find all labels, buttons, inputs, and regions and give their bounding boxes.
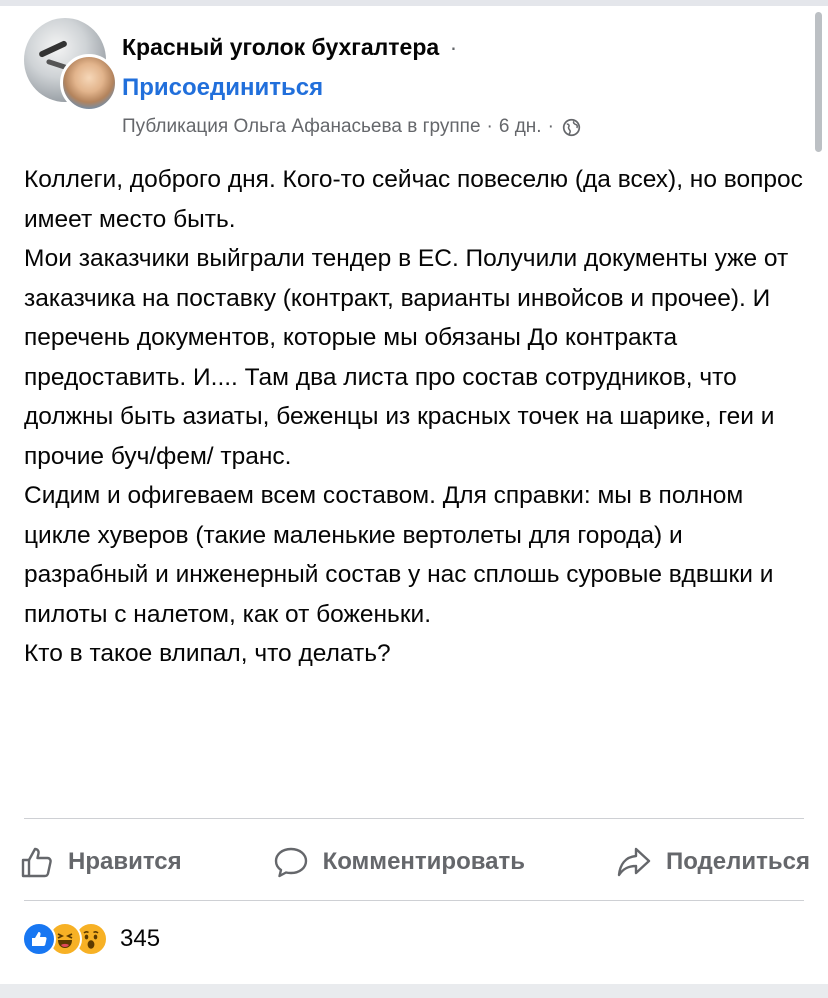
- comment-label: Комментировать: [322, 848, 526, 875]
- post-paragraph: Кто в такое влипал, что делать?: [24, 640, 391, 667]
- join-group-button[interactable]: Присоединиться: [122, 74, 323, 102]
- meta-separator: ·: [486, 116, 493, 137]
- scrollbar[interactable]: [815, 12, 822, 152]
- like-label: Нравится: [68, 848, 182, 875]
- author-attribution[interactable]: Публикация Ольга Афанасьева в группе: [122, 116, 481, 138]
- like-button[interactable]: Нравится: [20, 845, 182, 879]
- comment-icon: [274, 847, 307, 878]
- thumbs-up-icon: [21, 847, 52, 878]
- author-avatar[interactable]: [60, 54, 118, 112]
- header-separator: ·: [449, 34, 458, 60]
- share-button[interactable]: Поделиться: [616, 845, 810, 879]
- globe-icon: [562, 118, 581, 136]
- post-paragraph: Сидим и офигеваем всем составом. Для спр…: [24, 482, 774, 628]
- post-timestamp[interactable]: 6 дн.: [499, 116, 542, 138]
- post-actions: Нравится Комментировать Поделиться: [20, 834, 810, 890]
- comment-button[interactable]: Комментировать: [273, 845, 525, 879]
- share-label: Поделиться: [665, 848, 810, 875]
- top-frame-bar: [0, 0, 828, 6]
- post-paragraph: Мои заказчики выйграли тендер в ЕС. Полу…: [24, 245, 789, 470]
- like-icon: [22, 922, 56, 956]
- bottom-frame-bar: [0, 984, 828, 998]
- post-meta: Публикация Ольга Афанасьева в группе · 6…: [122, 116, 581, 138]
- reaction-count[interactable]: 345: [120, 925, 160, 953]
- post-header: Красный уголок бухгалтера · Присоединить…: [24, 18, 804, 138]
- group-avatar-graphic: [38, 39, 68, 59]
- post-body: Коллеги, доброго дня. Кого-то сейчас пов…: [24, 160, 809, 674]
- divider: [24, 818, 804, 819]
- group-name-link[interactable]: Красный уголок бухгалтера: [122, 34, 439, 60]
- group-name-row: Красный уголок бухгалтера ·: [122, 34, 457, 61]
- reaction-summary[interactable]: 345: [22, 922, 160, 956]
- share-icon: [617, 847, 651, 877]
- divider: [24, 900, 804, 901]
- meta-separator-2: ·: [547, 116, 554, 137]
- post-paragraph: Коллеги, доброго дня. Кого-то сейчас пов…: [24, 166, 803, 233]
